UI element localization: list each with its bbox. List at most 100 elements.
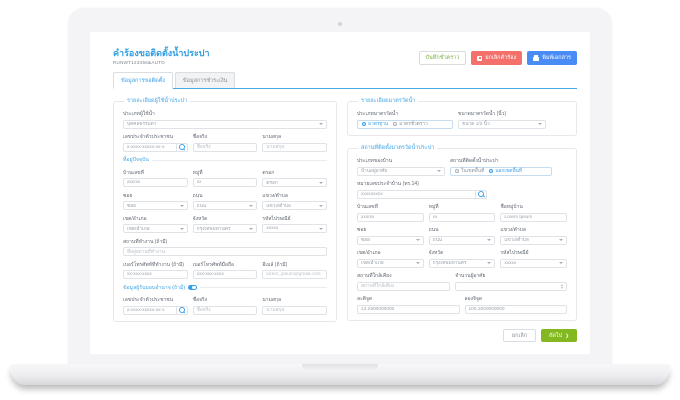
radio-icon	[393, 122, 397, 126]
form-row: ซอยซอยถนนถนนแขวง/ตำบลแขวง/ตำบล	[123, 192, 327, 211]
meter-type-option[interactable]: มาตรฐาน	[362, 120, 388, 128]
install-district-input[interactable]: เขต/อำเภอ	[357, 259, 424, 268]
input-value: xx	[433, 215, 438, 220]
search-button[interactable]	[475, 191, 486, 198]
citizen-id-input[interactable]: x-xxxx-xxxxx-xx-x	[123, 143, 188, 152]
install-moo-field: หมู่ที่xx	[429, 203, 496, 222]
stepper-down-icon	[561, 287, 563, 289]
search-button[interactable]	[176, 144, 187, 151]
user-type-input[interactable]: บุคคลธรรมดา	[123, 120, 327, 129]
proxy-last-name-field: นามสกุลนามสกุล	[262, 296, 327, 315]
proxy-last-name-input[interactable]: นามสกุล	[262, 306, 327, 315]
meter-type-option[interactable]: มาตรชั่วคราว	[393, 120, 428, 128]
input-value: 13.2900000000	[361, 307, 394, 312]
tab-payment-info[interactable]: ข้อมูลการชำระเงิน	[175, 72, 236, 88]
field-label: ชื่อหมู่บ้าน	[500, 203, 567, 211]
resident-count-input[interactable]	[455, 282, 567, 291]
search-button[interactable]	[176, 307, 187, 314]
install-area-option[interactable]: ในเขตพื้นที่	[455, 167, 484, 175]
install-postcode-input[interactable]: xxxxx	[500, 259, 567, 268]
house-reg-no-field: หมายเลขประจำบ้าน (ทร.14)xxxxxxxxx	[357, 180, 487, 199]
last-name-input[interactable]: นามสกุล	[262, 143, 327, 152]
moo-input[interactable]: xx	[193, 178, 258, 187]
save-draft-button[interactable]: บันทึกชั่วคราว	[419, 51, 467, 65]
proxy-first-name-input[interactable]: ชื่อจริง	[193, 306, 258, 315]
print-label: พิมพ์เอกสาร	[542, 54, 571, 62]
authorized-person-toggle[interactable]	[188, 285, 197, 291]
village-name-input[interactable]: Lorem Ipsum	[500, 213, 567, 222]
cancel-request-button[interactable]: ยกเลิกคำร้อง	[471, 51, 522, 65]
field-label: นามสกุล	[262, 296, 327, 304]
install-subdistrict-input[interactable]: แขวง/ตำบล	[500, 236, 567, 245]
input-value: ที่อยู่สถานที่ทำงาน	[127, 248, 165, 256]
province-input[interactable]: กรุงเทพมหานคร	[193, 224, 258, 233]
soi-field: ซอยซอย	[123, 192, 188, 211]
subsection-divider: ข้อมูลผู้รับมอบอำนาจ (ถ้ามี)	[123, 284, 327, 292]
meter-size-input[interactable]: ขนาด 1/2 นิ้ว	[458, 120, 546, 129]
postcode-input[interactable]: xxxxx	[262, 224, 327, 233]
province-field: จังหวัดกรุงเทพมหานคร	[193, 215, 258, 234]
header-actions: บันทึกชั่วคราว ยกเลิกคำร้อง พิมพ์เอกสาร	[419, 51, 577, 65]
field-label: รหัสไปรษณีย์	[262, 215, 327, 223]
nearby-place-input[interactable]: สถานที่ใกล้เคียง	[357, 282, 450, 291]
alley-input[interactable]: ตรอก	[262, 178, 327, 187]
house-reg-no-input[interactable]: xxxxxxxxx	[357, 190, 487, 199]
tab-installation-info[interactable]: ข้อมูลการขอติดตั้ง	[113, 72, 173, 89]
house-type-input[interactable]: บ้านอยู่อาศัย	[357, 167, 445, 176]
field-label: จังหวัด	[429, 249, 496, 257]
form-row: ซอยซอยถนนถนนแขวง/ตำบลแขวง/ตำบล	[357, 226, 567, 245]
cancel-button[interactable]: ยกเลิก	[503, 329, 536, 342]
number-stepper[interactable]	[561, 284, 563, 289]
longitude-input[interactable]: 100.2000000000	[465, 305, 568, 314]
install-moo-input[interactable]: xx	[429, 213, 496, 222]
chevron-down-icon	[180, 228, 184, 230]
laptop-base-notch	[302, 364, 378, 371]
proxy-citizen-id-field: เลขประจำตัวประชาชนx-xxxx-xxxxx-xx-x	[123, 296, 188, 315]
field-label: สถานที่ติดตั้งน้ำประปา	[450, 157, 552, 165]
app-window: คำร้องขอติดตั้งน้ำประปา RUNWT123456&AUTO…	[90, 32, 590, 354]
install-house-no-input[interactable]: xxx/xx	[357, 213, 424, 222]
chevron-down-icon	[249, 205, 253, 207]
field-label: บ้านเลขที่	[123, 169, 188, 177]
proxy-citizen-id-input[interactable]: x-xxxx-xxxxx-xx-x	[123, 306, 188, 315]
left-column: รายละเอียดผู้ใช้น้ำประปา ประเภทผู้ใช้น้ำ…	[113, 97, 337, 322]
input-value: กรุงเทพมหานคร	[197, 225, 231, 233]
meter-type-group: มาตรฐาน มาตรชั่วคราว	[357, 120, 453, 129]
road-input[interactable]: ถนน	[193, 201, 258, 210]
chevron-right-icon: ❯	[565, 333, 569, 339]
input-value: กรุงเทพมหานคร	[433, 259, 467, 267]
first-name-input[interactable]: ชื่อจริง	[193, 143, 258, 152]
input-value: x-xxxx-xxxxx-xx-x	[127, 145, 165, 150]
install-province-input[interactable]: กรุงเทพมหานคร	[429, 259, 496, 268]
install-subdistrict-field: แขวง/ตำบลแขวง/ตำบล	[500, 226, 567, 245]
input-value: xxx/xx	[361, 215, 374, 220]
search-icon	[179, 144, 185, 150]
field-label: อีเมล์ (ถ้ามี)	[262, 261, 327, 269]
form-row: ละติจูด13.2900000000ลองจิจูด100.20000000…	[357, 295, 567, 314]
house-no-input[interactable]: xxx/xx	[123, 178, 188, 187]
email-input[interactable]: lorem_ipsum@gmail.com	[262, 270, 327, 279]
input-value: lorem_ipsum@gmail.com	[266, 272, 320, 277]
user-type-field: ประเภทผู้ใช้น้ำบุคคลธรรมดา	[123, 110, 327, 129]
field-label: จังหวัด	[193, 215, 258, 223]
install-house-no-field: บ้านเลขที่xxx/xx	[357, 203, 424, 222]
workplace-input[interactable]: ที่อยู่สถานที่ทำงาน	[123, 247, 327, 256]
field-label: ขนาดมาตรวัดน้ำ (นิ้ว)	[458, 110, 546, 118]
save-draft-label: บันทึกชั่วคราว	[426, 54, 460, 62]
district-input[interactable]: เขต/อำเภอ	[123, 224, 188, 233]
mobile-phone-input[interactable]: xxx-xxx-xxxx	[193, 270, 258, 279]
latitude-input[interactable]: 13.2900000000	[357, 305, 460, 314]
print-button[interactable]: พิมพ์เอกสาร	[527, 51, 577, 65]
next-button[interactable]: ถัดไป ❯	[541, 329, 577, 342]
form-row: บ้านเลขที่xxx/xx หมู่ที่xx ชื่อหมู่บ้าน Lor…	[357, 203, 567, 222]
install-road-input[interactable]: ถนน	[429, 236, 496, 245]
work-phone-input[interactable]: xx-xxx-xxxx	[123, 270, 188, 279]
field-label: ละติจูด	[357, 295, 460, 303]
soi-input[interactable]: ซอย	[123, 201, 188, 210]
subdistrict-input[interactable]: แขวง/ตำบล	[262, 201, 327, 210]
first-name-field: ชื่อจริงชื่อจริง	[193, 133, 258, 152]
install-area-option[interactable]: นอกเขตพื้นที่	[489, 167, 522, 175]
install-soi-input[interactable]: ซอย	[357, 236, 424, 245]
email-field: อีเมล์ (ถ้ามี) lorem_ipsum@gmail.com	[262, 261, 327, 280]
field-label: สถานที่ทำงาน (ถ้ามี)	[123, 238, 327, 246]
